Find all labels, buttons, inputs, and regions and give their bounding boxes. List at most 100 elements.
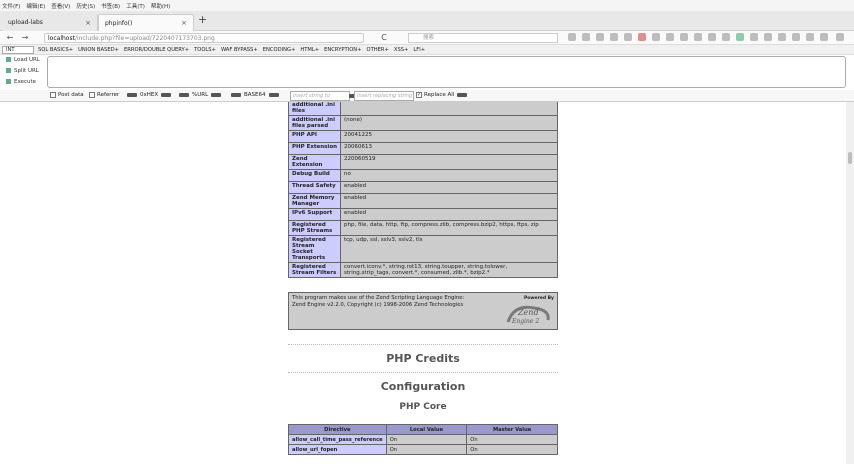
scrollbar[interactable] — [846, 102, 854, 464]
load-url-button[interactable]: Load URL — [6, 57, 40, 63]
info-row: PHP Extension 20060613 — [288, 142, 558, 155]
chat-icon[interactable] — [806, 33, 814, 41]
info-key: additional .ini files — [288, 102, 341, 116]
base64-button[interactable]: BASE64 — [228, 92, 282, 98]
post-data-checkbox[interactable]: Post data — [50, 92, 84, 98]
menu-file[interactable]: 文件(F) — [2, 2, 20, 10]
hackbar-union-based[interactable]: UNION BASED+ — [78, 47, 119, 53]
library-icon[interactable] — [582, 33, 590, 41]
hackbar-error-double[interactable]: ERROR/DOUBLE QUERY+ — [124, 47, 189, 53]
screenshot-icon[interactable] — [610, 33, 618, 41]
hackbar-menu: INT SQL BASICS+ UNION BASED+ ERROR/DOUBL… — [0, 45, 854, 55]
info-key: Registered Stream Socket Transports — [288, 235, 341, 263]
close-icon[interactable]: × — [85, 19, 91, 27]
tab-label: phpinfo() — [105, 19, 133, 27]
phpinfo-table: additional .ini files additional .ini fil… — [288, 102, 558, 278]
replace-search-input[interactable]: Insert string to replace — [290, 91, 350, 107]
master-value-cell: On — [466, 434, 558, 445]
directive-cell: allow_call_time_pass_reference — [288, 434, 387, 445]
note-icon[interactable] — [820, 33, 828, 41]
replace-with-input[interactable]: Insert replacing string — [354, 91, 414, 101]
menu-tools[interactable]: 工具(T) — [126, 2, 145, 10]
info-key: IPv6 Support — [288, 208, 341, 221]
hackbar-html[interactable]: HTML+ — [300, 47, 319, 53]
menu-icon[interactable] — [750, 33, 758, 41]
search-input[interactable]: 搜索 — [408, 33, 558, 43]
info-key: Debug Build — [288, 169, 341, 182]
split-url-button[interactable]: Split URL — [6, 68, 39, 74]
master-value-cell: On — [466, 444, 558, 455]
table-header-row: Directive Local Value Master Value — [288, 424, 558, 435]
extension-icon[interactable] — [624, 33, 632, 41]
tab-phpinfo[interactable]: phpinfo() × — [98, 14, 194, 31]
url-encode-label: %URL — [192, 92, 209, 98]
addon-icon[interactable] — [638, 33, 646, 41]
menu-edit[interactable]: 编辑(E) — [26, 2, 45, 10]
arrow-icon — [179, 93, 189, 97]
info-row: additional .ini files parsed (none) — [288, 115, 558, 131]
hackbar-encoding[interactable]: ENCODING+ — [263, 47, 296, 53]
split-url-label: Split URL — [14, 68, 39, 74]
sidebar-icon[interactable] — [596, 33, 604, 41]
zend-logo-icon: Zend Engine 2 — [506, 305, 550, 325]
hackbar-url-textarea[interactable] — [47, 56, 846, 88]
forward-button[interactable]: → — [20, 33, 30, 42]
hackbar-icon[interactable] — [736, 33, 744, 41]
php-core-table: Directive Local Value Master Value allow_ca… — [288, 424, 558, 455]
download-icon[interactable] — [680, 33, 688, 41]
mail-icon[interactable] — [792, 33, 800, 41]
menu-bookmarks[interactable]: 书签(B) — [101, 2, 120, 10]
execute-button[interactable]: Execute — [6, 79, 36, 85]
sync-icon[interactable] — [652, 33, 660, 41]
info-value: tcp, udp, ssl, sslv3, sslv2, tls — [340, 235, 558, 263]
replace-all-checkbox[interactable]: Replace All — [416, 92, 470, 98]
php-core-heading: PHP Core — [399, 402, 447, 412]
info-key: Registered PHP Streams — [288, 220, 341, 236]
hackbar-xss[interactable]: XSS+ — [394, 47, 409, 53]
hackbar-select[interactable]: INT — [2, 45, 34, 54]
post-data-label: Post data — [58, 92, 84, 98]
zend-engine-logo[interactable]: Powered By Zend Engine 2 — [504, 295, 554, 327]
tab-upload-labs[interactable]: upload-labs × — [2, 14, 98, 31]
bookmark-icon[interactable] — [568, 33, 576, 41]
info-key: PHP API — [288, 130, 341, 143]
scrollbar-thumb[interactable] — [848, 152, 852, 164]
referrer-checkbox[interactable]: Referrer — [89, 92, 119, 98]
hex-button[interactable]: 0xHEX — [124, 92, 174, 98]
info-row: additional .ini files — [288, 102, 558, 116]
account-icon[interactable] — [764, 33, 772, 41]
puzzle-icon[interactable] — [722, 33, 730, 41]
php-credits-heading[interactable]: PHP Credits — [288, 352, 558, 365]
info-value: 20060613 — [340, 142, 558, 155]
url-path: /include.php?file=upload/7220407173703.p… — [74, 34, 215, 42]
table-row: allow_url_fopen On On — [288, 444, 558, 455]
shield-icon[interactable] — [694, 33, 702, 41]
url-encode-button[interactable]: %URL — [176, 92, 224, 98]
info-row: Registered PHP Streams php, file, data, h… — [288, 220, 558, 236]
page-content: additional .ini files additional .ini fil… — [0, 102, 846, 464]
new-tab-button[interactable]: + — [198, 13, 207, 26]
close-icon[interactable]: × — [181, 19, 187, 27]
info-key: PHP Extension — [288, 142, 341, 155]
hackbar-encryption[interactable]: ENCRYPTION+ — [324, 47, 361, 53]
menu-history[interactable]: 历史(S) — [76, 2, 95, 10]
info-value: 20041225 — [340, 130, 558, 143]
hackbar-waf-bypass[interactable]: WAF BYPASS+ — [221, 47, 258, 53]
back-button[interactable]: ← — [5, 33, 15, 42]
hackbar-lfi[interactable]: LFI+ — [413, 47, 425, 53]
settings-icon[interactable] — [666, 33, 674, 41]
url-bar[interactable]: localhost/include.php?file=upload/722040… — [44, 33, 364, 43]
hackbar-other[interactable]: OTHER+ — [367, 47, 389, 53]
column-header: Directive — [288, 424, 387, 435]
hackbar-actions: Load URL Split URL Execute — [0, 55, 46, 90]
hackbar-sql-basics[interactable]: SQL BASICS+ — [38, 47, 73, 53]
reload-button[interactable]: C — [379, 33, 389, 42]
hackbar-tools[interactable]: TOOLS+ — [194, 47, 216, 53]
hamburger-menu-icon[interactable] — [836, 33, 844, 41]
menu-help[interactable]: 帮助(H) — [151, 2, 170, 10]
column-header: Master Value — [466, 424, 558, 435]
cart-icon[interactable] — [778, 33, 786, 41]
tools-icon[interactable] — [708, 33, 716, 41]
menu-view[interactable]: 查看(V) — [51, 2, 70, 10]
info-value: enabled — [340, 181, 558, 194]
